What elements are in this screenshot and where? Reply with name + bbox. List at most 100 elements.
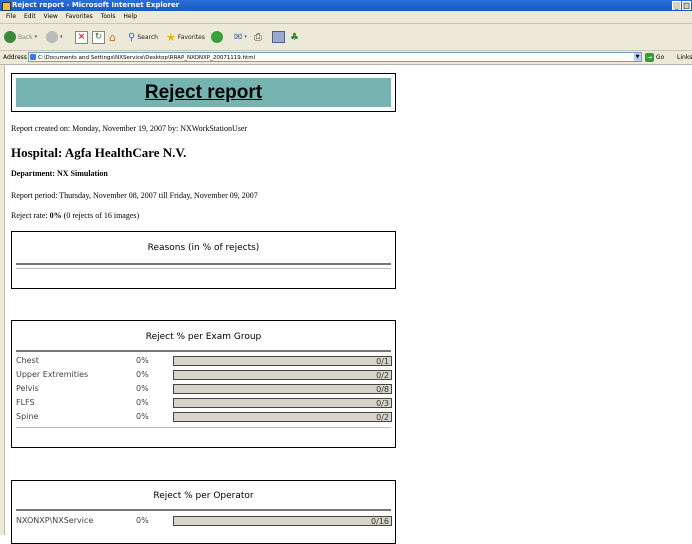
edit-button[interactable] bbox=[272, 30, 285, 44]
page-content: Reject report Report created on: Monday,… bbox=[0, 65, 692, 544]
exam-row-name: FLFS bbox=[16, 398, 35, 407]
mail-button[interactable]: ✉ ▾ bbox=[234, 30, 247, 44]
toolbar: Back ▾ ▾ × ↻ ⌂ ⚲ Search ★ Favorites ✉ ▾ … bbox=[0, 24, 692, 51]
stop-button[interactable]: × bbox=[75, 30, 88, 44]
back-label: Back bbox=[18, 33, 33, 41]
home-icon: ⌂ bbox=[109, 30, 116, 44]
exam-row-chest: Chest 0% 0/1 bbox=[16, 355, 392, 367]
search-button[interactable]: ⚲ Search bbox=[128, 30, 158, 44]
window-controls: _ □ bbox=[672, 1, 691, 10]
operator-title: Reject % per Operator bbox=[153, 491, 254, 501]
exam-row-bar: 0/2 bbox=[173, 370, 392, 380]
report-period: Report period: Thursday, November 08, 20… bbox=[11, 191, 258, 200]
edit-icon bbox=[272, 31, 285, 43]
print-icon: ⎙ bbox=[254, 31, 262, 43]
menu-favorites[interactable]: Favorites bbox=[66, 13, 93, 20]
operator-row-name: NXONXP\NXService bbox=[16, 516, 94, 525]
mail-dropdown-icon: ▾ bbox=[244, 34, 247, 40]
print-button[interactable]: ⎙ bbox=[254, 30, 262, 44]
back-dropdown-icon: ▾ bbox=[34, 34, 38, 40]
exam-row-count: 0/3 bbox=[376, 399, 389, 408]
report-created: Report created on: Monday, November 19, … bbox=[11, 124, 248, 133]
window-title: Reject report - Microsoft Internet Explo… bbox=[12, 1, 180, 9]
exam-row-bar: 0/2 bbox=[173, 412, 392, 422]
reject-rate-label: Reject rate: bbox=[11, 211, 50, 220]
reject-rate: Reject rate: 0% (0 rejects of 16 images) bbox=[11, 211, 139, 220]
exam-group-rule-bottom bbox=[16, 427, 391, 428]
report-title: Reject report bbox=[144, 82, 263, 103]
refresh-icon: ↻ bbox=[92, 30, 105, 44]
go-arrow-icon: → bbox=[645, 53, 654, 62]
messenger-button[interactable]: ♣ bbox=[290, 30, 299, 44]
mail-icon: ✉ bbox=[234, 31, 243, 43]
exam-row-spine: Spine 0% 0/2 bbox=[16, 411, 392, 423]
menu-edit[interactable]: Edit bbox=[24, 13, 36, 20]
operator-row-pct: 0% bbox=[136, 516, 149, 525]
links-button[interactable]: Links bbox=[677, 51, 692, 64]
history-button[interactable] bbox=[211, 30, 223, 44]
operator-row: NXONXP\NXService 0% 0/16 bbox=[16, 515, 392, 527]
menu-tools[interactable]: Tools bbox=[101, 13, 116, 20]
reasons-rule-thin bbox=[16, 268, 391, 269]
report-banner-fill: Reject report bbox=[16, 78, 391, 107]
favorites-star-icon: ★ bbox=[166, 30, 176, 44]
window-title-bar: Reject report - Microsoft Internet Explo… bbox=[0, 0, 692, 11]
address-bar: Address C:\Documents and Settings\NXServ… bbox=[0, 51, 692, 65]
exam-row-count: 0/1 bbox=[376, 357, 389, 366]
go-label: Go bbox=[656, 54, 665, 61]
address-value: C:\Documents and Settings\NXService\Desk… bbox=[38, 55, 256, 61]
exam-row-pct: 0% bbox=[136, 370, 149, 379]
favorites-button[interactable]: ★ Favorites bbox=[166, 30, 205, 44]
address-dropdown-icon[interactable]: ▼ bbox=[634, 53, 641, 61]
operator-row-bar: 0/16 bbox=[173, 516, 392, 526]
reject-rate-detail: (0 rejects of 16 images) bbox=[61, 211, 140, 220]
exam-row-pct: 0% bbox=[136, 384, 149, 393]
menu-bar: File Edit View Favorites Tools Help bbox=[0, 11, 692, 24]
exam-row-pct: 0% bbox=[136, 398, 149, 407]
forward-button[interactable]: ▾ bbox=[46, 30, 63, 44]
menu-view[interactable]: View bbox=[44, 13, 58, 20]
department-heading: Department: NX Simulation bbox=[11, 169, 108, 178]
reasons-title: Reasons (in % of rejects) bbox=[147, 243, 260, 253]
exam-row-pelvis: Pelvis 0% 0/8 bbox=[16, 383, 392, 395]
exam-group-rule bbox=[16, 350, 391, 352]
exam-row-name: Upper Extremities bbox=[16, 370, 89, 379]
back-button[interactable]: Back ▾ bbox=[4, 30, 37, 44]
operator-row-count: 0/16 bbox=[371, 517, 389, 526]
maximize-button[interactable]: □ bbox=[682, 1, 691, 10]
refresh-button[interactable]: ↻ bbox=[92, 30, 105, 44]
exam-row-bar: 0/3 bbox=[173, 398, 392, 408]
stop-icon: × bbox=[75, 30, 88, 44]
reasons-panel: Reasons (in % of rejects) bbox=[11, 231, 396, 289]
exam-row-flfs: FLFS 0% 0/3 bbox=[16, 397, 392, 409]
exam-row-count: 0/2 bbox=[376, 413, 389, 422]
menu-help[interactable]: Help bbox=[123, 13, 137, 20]
forward-arrow-icon bbox=[46, 31, 58, 43]
exam-row-pct: 0% bbox=[136, 412, 149, 421]
operator-rule bbox=[16, 509, 391, 511]
reasons-rule bbox=[16, 263, 391, 265]
window-left-edge bbox=[0, 65, 5, 535]
exam-row-count: 0/8 bbox=[376, 385, 389, 394]
search-label: Search bbox=[137, 33, 158, 41]
address-input[interactable]: C:\Documents and Settings\NXService\Desk… bbox=[28, 52, 642, 62]
exam-row-bar: 0/1 bbox=[173, 356, 392, 366]
ie-icon bbox=[2, 2, 11, 11]
go-button[interactable]: → Go bbox=[645, 51, 664, 64]
exam-row-pct: 0% bbox=[136, 356, 149, 365]
exam-row-name: Chest bbox=[16, 356, 39, 365]
forward-dropdown-icon: ▾ bbox=[60, 34, 63, 40]
minimize-button[interactable]: _ bbox=[672, 1, 681, 10]
exam-row-name: Spine bbox=[16, 412, 39, 421]
operator-panel: Reject % per Operator NXONXP\NXService 0… bbox=[11, 480, 396, 544]
exam-group-panel: Reject % per Exam Group Chest 0% 0/1 Upp… bbox=[11, 320, 396, 448]
exam-row-upper-extremities: Upper Extremities 0% 0/2 bbox=[16, 369, 392, 381]
hospital-heading: Hospital: Agfa HealthCare N.V. bbox=[11, 145, 187, 160]
reject-rate-value: 0% bbox=[49, 211, 62, 220]
exam-group-title: Reject % per Exam Group bbox=[145, 332, 262, 342]
menu-file[interactable]: File bbox=[6, 13, 16, 20]
page-icon bbox=[30, 54, 36, 60]
home-button[interactable]: ⌂ bbox=[109, 30, 116, 44]
exam-row-bar: 0/8 bbox=[173, 384, 392, 394]
back-arrow-icon bbox=[4, 31, 16, 43]
